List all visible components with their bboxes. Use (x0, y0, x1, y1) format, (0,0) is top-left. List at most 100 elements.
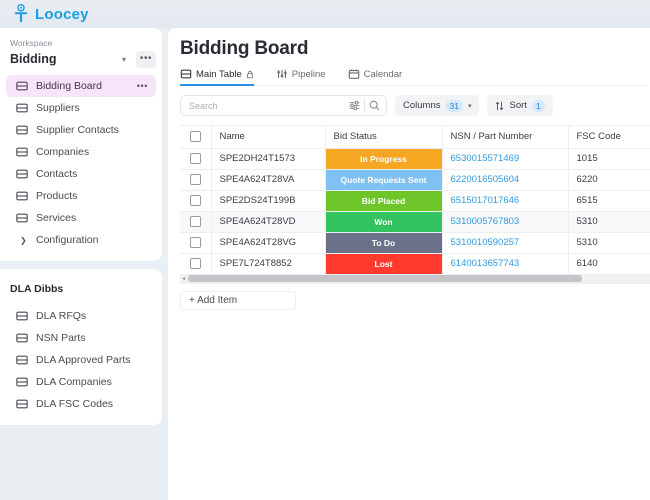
sort-arrows-icon (496, 101, 504, 110)
nsn-link[interactable]: 5310010590257 (451, 237, 520, 248)
nsn-link[interactable]: 6515017017646 (451, 195, 520, 206)
search-input[interactable] (189, 100, 345, 111)
sidebar-item-configuration[interactable]: ❯ Configuration (6, 229, 156, 251)
cell-fsc[interactable]: 5310 (568, 211, 650, 233)
table-icon (16, 311, 28, 321)
table-icon (16, 169, 28, 179)
column-header-nsn[interactable]: NSN / Part Number (442, 126, 569, 149)
sidebar-item-label: Companies (36, 146, 90, 158)
table-row[interactable]: SPE4A624T28VG To Do 5310010590257 5310 (180, 232, 650, 254)
cell-nsn[interactable]: 6515017017646 (442, 190, 569, 212)
cell-bid-status[interactable]: Won (325, 211, 443, 233)
sidebar-item-services[interactable]: Services (6, 207, 156, 229)
sidebar-item-more-button[interactable]: ••• (137, 81, 148, 91)
cell-nsn[interactable]: 5310005767803 (442, 211, 569, 233)
sort-button[interactable]: Sort 1 (487, 95, 553, 116)
column-header-fsc[interactable]: FSC Code (568, 126, 650, 149)
sidebar-item-label: Supplier Contacts (36, 124, 119, 136)
cell-fsc[interactable]: 5310 (568, 232, 650, 254)
select-all-checkbox[interactable] (189, 131, 201, 143)
nsn-link[interactable]: 6530015571469 (451, 153, 520, 164)
workspace-selector[interactable]: Bidding ▾ ••• (0, 49, 162, 69)
cell-bid-status[interactable]: Lost (325, 253, 443, 275)
status-badge: In Progress (325, 148, 441, 168)
tab-calendar[interactable]: Calendar (348, 68, 402, 86)
row-select-cell[interactable] (180, 232, 212, 254)
horizontal-scrollbar[interactable]: ◂ (180, 274, 650, 284)
cell-name[interactable]: SPE4A624T28VD (211, 211, 326, 233)
sidebar-item-nsn-parts[interactable]: NSN Parts (6, 327, 156, 349)
nsn-link[interactable]: 5310005767803 (451, 216, 520, 227)
select-all-cell[interactable] (180, 126, 212, 149)
sidebar-item-contacts[interactable]: Contacts (6, 163, 156, 185)
brand-logo[interactable]: Loocey (12, 4, 89, 24)
cell-bid-status[interactable]: Bid Placed (325, 190, 443, 212)
sidebar-item-products[interactable]: Products (6, 185, 156, 207)
tab-pipeline[interactable]: Pipeline (276, 68, 326, 86)
table-row[interactable]: SPE2DH24T1573 In Progress 6530015571469 … (180, 148, 650, 170)
status-badge: Quote Requests Sent (325, 169, 441, 189)
table-icon (16, 355, 28, 365)
tab-main-table[interactable]: Main Table (180, 68, 254, 86)
cell-name[interactable]: SPE4A624T28VG (211, 232, 326, 254)
table-row[interactable]: SPE2DS24T199B Bid Placed 6515017017646 6… (180, 190, 650, 212)
cell-nsn[interactable]: 6140013657743 (442, 253, 569, 275)
cell-bid-status[interactable]: To Do (325, 232, 443, 254)
nsn-link[interactable]: 6140013657743 (451, 258, 520, 269)
table-head: Name Bid Status NSN / Part Number FSC Co… (180, 126, 650, 149)
row-select-cell[interactable] (180, 148, 212, 170)
row-checkbox[interactable] (189, 173, 201, 185)
cell-name[interactable]: SPE7L724T8852 (211, 253, 326, 275)
add-item-button[interactable]: + Add Item (180, 290, 296, 310)
column-header-name[interactable]: Name (211, 126, 326, 149)
cell-name[interactable]: SPE2DH24T1573 (211, 148, 326, 170)
column-header-bid-status[interactable]: Bid Status (325, 126, 443, 149)
table-row[interactable]: SPE4A624T28VD Won 5310005767803 5310 (180, 211, 650, 233)
row-select-cell[interactable] (180, 190, 212, 212)
sidebar-item-suppliers[interactable]: Suppliers (6, 97, 156, 119)
cell-fsc[interactable]: 6515 (568, 190, 650, 212)
row-checkbox[interactable] (189, 194, 201, 206)
cell-fsc[interactable]: 6140 (568, 253, 650, 275)
search-icon[interactable] (368, 99, 381, 112)
cell-nsn[interactable]: 6220016505604 (442, 169, 569, 191)
table-row[interactable]: SPE4A624T28VA Quote Requests Sent 622001… (180, 169, 650, 191)
cell-nsn[interactable]: 6530015571469 (442, 148, 569, 170)
workspace-more-button[interactable]: ••• (136, 50, 156, 68)
cell-fsc[interactable]: 6220 (568, 169, 650, 191)
status-badge: Bid Placed (325, 190, 441, 210)
table-icon (180, 69, 192, 79)
nsn-link[interactable]: 6220016505604 (451, 174, 520, 185)
row-select-cell[interactable] (180, 211, 212, 233)
cell-name[interactable]: SPE4A624T28VA (211, 169, 326, 191)
chevron-down-icon[interactable]: ▾ (122, 55, 136, 64)
cell-bid-status[interactable]: Quote Requests Sent (325, 169, 443, 191)
sidebar-item-dla-fsc-codes[interactable]: DLA FSC Codes (6, 393, 156, 415)
sidebar-item-dla-rfqs[interactable]: DLA RFQs (6, 305, 156, 327)
sliders-icon[interactable] (348, 99, 361, 112)
scrollbar-thumb[interactable] (188, 275, 583, 282)
sidebar-item-label: Contacts (36, 168, 78, 180)
scroll-left-arrow-icon[interactable]: ◂ (180, 275, 187, 282)
row-checkbox[interactable] (189, 152, 201, 164)
cell-fsc[interactable]: 1015 (568, 148, 650, 170)
sidebar-item-companies[interactable]: Companies (6, 141, 156, 163)
row-select-cell[interactable] (180, 169, 212, 191)
brand-name: Loocey (35, 5, 89, 23)
search-box[interactable] (180, 95, 387, 116)
columns-button[interactable]: Columns 31 ▾ (395, 95, 480, 116)
cell-bid-status[interactable]: In Progress (325, 148, 443, 170)
row-select-cell[interactable] (180, 253, 212, 275)
row-checkbox[interactable] (189, 257, 201, 269)
row-checkbox[interactable] (189, 215, 201, 227)
row-checkbox[interactable] (189, 236, 201, 248)
table-icon (16, 333, 28, 343)
sidebar-item-bidding-board[interactable]: Bidding Board ••• (6, 75, 156, 97)
sidebar-item-supplier-contacts[interactable]: Supplier Contacts (6, 119, 156, 141)
sidebar-item-dla-approved-parts[interactable]: DLA Approved Parts (6, 349, 156, 371)
cell-name[interactable]: SPE2DS24T199B (211, 190, 326, 212)
sidebar-item-dla-companies[interactable]: DLA Companies (6, 371, 156, 393)
cell-nsn[interactable]: 5310010590257 (442, 232, 569, 254)
bidding-table: Name Bid Status NSN / Part Number FSC Co… (180, 126, 650, 275)
table-row[interactable]: SPE7L724T8852 Lost 6140013657743 6140 (180, 253, 650, 275)
